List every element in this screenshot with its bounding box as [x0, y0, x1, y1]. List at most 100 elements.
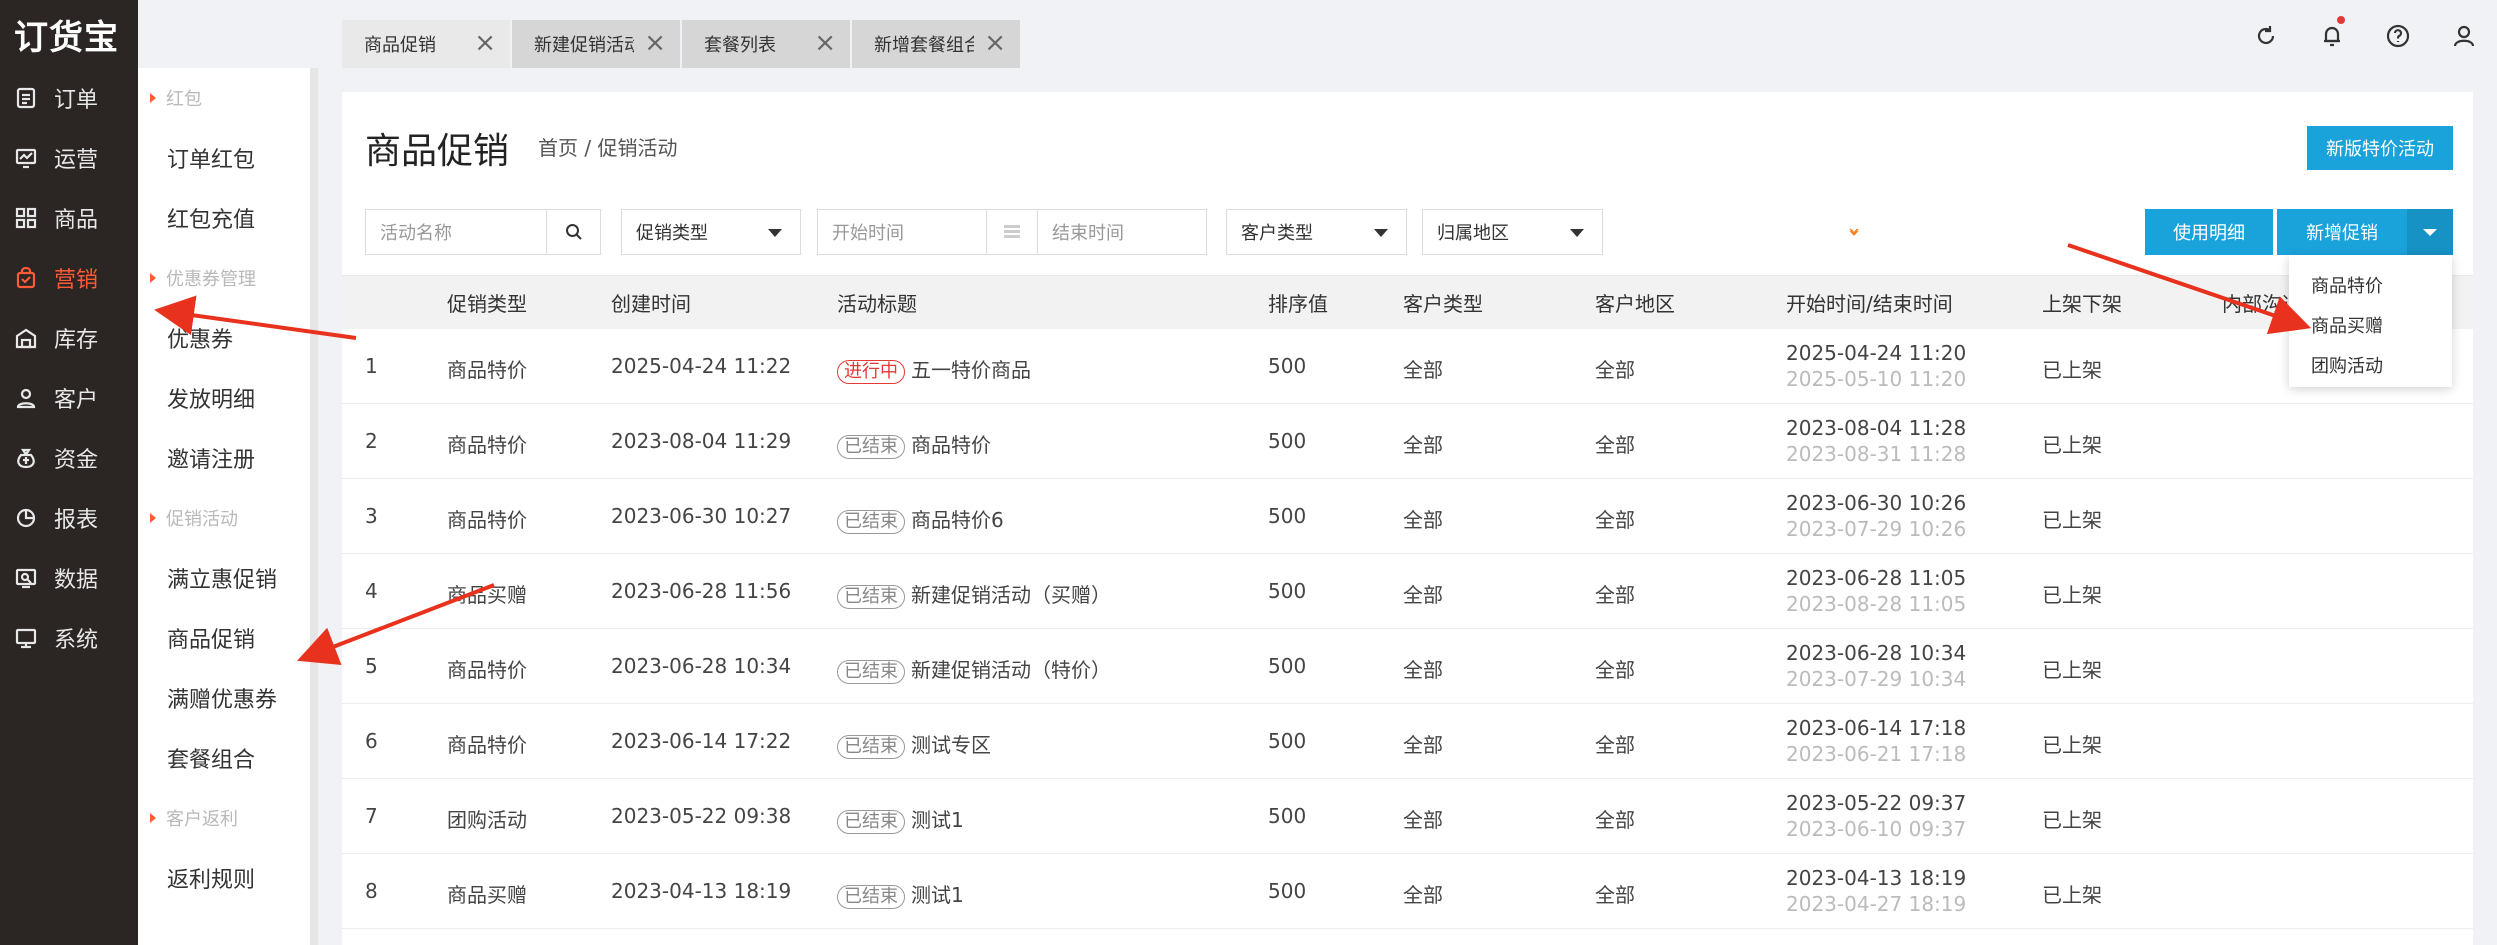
table-cell: 商品买赠 — [447, 583, 527, 607]
submenu-item[interactable]: 红包充值 — [138, 188, 310, 248]
help-icon[interactable] — [2365, 14, 2431, 58]
add-promotion-menu: 商品特价 商品买赠 团购活动 — [2289, 255, 2452, 387]
activity-title-cell[interactable]: 已结束 新建促销活动（买赠） — [837, 579, 1111, 609]
nav-item-report[interactable]: 报表 — [0, 488, 138, 548]
expand-filters-icon[interactable]: ›› — [1843, 227, 1867, 231]
table-cell: 2025-04-24 11:22 — [611, 354, 792, 378]
submenu-item[interactable]: 满赠优惠券 — [138, 668, 310, 728]
new-special-price-button[interactable]: 新版特价活动 — [2307, 126, 2453, 170]
table-row[interactable]: 7 团购活动 2023-05-22 09:38 已结束 测试1 500 全部 全部 2023-0… — [342, 779, 2473, 854]
tab-new-promotion[interactable]: 新建促销活动 × — [512, 20, 680, 68]
start-time-input[interactable]: 开始时间 — [817, 209, 987, 255]
table-cell: 全部 — [1595, 508, 1635, 532]
user-icon[interactable] — [2431, 14, 2497, 58]
breadcrumb[interactable]: 首页 / 促销活动 — [538, 132, 677, 161]
region-select[interactable]: 归属地区 — [1422, 209, 1603, 255]
nav-item-order[interactable]: 订单 — [0, 68, 138, 128]
table-row[interactable]: 8 商品买赠 2023-04-13 18:19 已结束 测试1 500 全部 全部 2023-0… — [342, 854, 2473, 929]
activity-title-cell[interactable]: 已结束 商品特价 — [837, 429, 991, 459]
activity-title-cell[interactable]: 已结束 测试专区 — [837, 729, 991, 759]
nav-item-data[interactable]: 数据 — [0, 548, 138, 608]
status-badge: 已结束 — [837, 510, 905, 534]
submenu-item-goods-promotion[interactable]: 商品促销 — [138, 608, 310, 668]
close-icon[interactable]: × — [644, 30, 666, 56]
header-actions — [2233, 14, 2497, 58]
table-cell: 已上架 — [2042, 508, 2102, 532]
search-icon[interactable] — [546, 210, 600, 254]
table-cell: 全部 — [1403, 733, 1443, 757]
submenu-item[interactable]: 邀请注册 — [138, 428, 310, 488]
table-cell: 全部 — [1595, 433, 1635, 457]
submenu-item[interactable]: 套餐组合 — [138, 728, 310, 788]
user-icon — [14, 386, 38, 410]
menu-item-group-buy[interactable]: 团购活动 — [2289, 345, 2452, 385]
table-cell: 全部 — [1595, 808, 1635, 832]
table-header: 促销类型 创建时间 活动标题 排序值 客户类型 客户地区 开始时间/结束时间 上… — [342, 275, 2473, 329]
table-cell: 2023-06-14 17:22 — [611, 729, 792, 753]
col-header: 排序值 — [1268, 292, 1328, 316]
table-row[interactable]: 3 商品特价 2023-06-30 10:27 已结束 商品特价6 500 全部 全部 2023… — [342, 479, 2473, 554]
tab-new-package[interactable]: 新增套餐组合 × — [852, 20, 1020, 68]
status-badge: 已结束 — [837, 885, 905, 909]
nav-item-system[interactable]: 系统 — [0, 608, 138, 668]
close-icon[interactable]: × — [474, 30, 496, 56]
refresh-icon[interactable] — [2233, 14, 2299, 58]
nav-label: 运营 — [54, 148, 99, 173]
nav-item-marketing[interactable]: 营销 — [0, 248, 138, 308]
activity-title-cell[interactable]: 已结束 测试1 — [837, 879, 964, 909]
table-row[interactable]: 6 商品特价 2023-06-14 17:22 已结束 测试专区 500 全部 全部 2023-… — [342, 704, 2473, 779]
submenu-item[interactable]: 返利规则 — [138, 848, 310, 908]
nav-item-stock[interactable]: 库存 — [0, 308, 138, 368]
close-icon[interactable]: × — [814, 30, 836, 56]
table-cell: 已上架 — [2042, 808, 2102, 832]
table-cell: 3 — [365, 504, 378, 528]
table-row[interactable]: 4 商品买赠 2023-06-28 11:56 已结束 新建促销活动（买赠） 500 全部 全… — [342, 554, 2473, 629]
customer-type-select[interactable]: 客户类型 — [1226, 209, 1407, 255]
bell-icon[interactable] — [2299, 14, 2365, 58]
nav-label: 报表 — [54, 508, 99, 533]
table-cell: 2023-06-21 17:18 — [1786, 742, 1967, 766]
promotion-type-select[interactable]: 促销类型 — [621, 209, 801, 255]
table-row[interactable]: 5 商品特价 2023-06-28 10:34 已结束 新建促销活动（特价） 500 全部 全… — [342, 629, 2473, 704]
menu-item-buy-gift[interactable]: 商品买赠 — [2289, 305, 2452, 345]
nav-label: 订单 — [54, 88, 99, 113]
tab-goods-promotion[interactable]: 商品促销 × — [342, 20, 510, 68]
table-row[interactable]: 2 商品特价 2023-08-04 11:29 已结束 商品特价 500 全部 全部 2023-… — [342, 404, 2473, 479]
promotion-table: 促销类型 创建时间 活动标题 排序值 客户类型 客户地区 开始时间/结束时间 上… — [342, 275, 2473, 929]
table-cell: 已上架 — [2042, 358, 2102, 382]
activity-title-cell[interactable]: 已结束 商品特价6 — [837, 504, 1004, 534]
table-row[interactable]: 1 商品特价 2025-04-24 11:22 进行中 五一特价商品 500 全部 全部 202… — [342, 329, 2473, 404]
activity-title: 商品特价6 — [911, 508, 1004, 532]
submenu-item[interactable]: 满立惠促销 — [138, 548, 310, 608]
activity-title-cell[interactable]: 已结束 新建促销活动（特价） — [837, 654, 1111, 684]
table-cell: 全部 — [1403, 433, 1443, 457]
submenu-item[interactable]: 优惠券 — [138, 308, 310, 368]
tab-package-list[interactable]: 套餐列表 × — [682, 20, 850, 68]
activity-title: 新建促销活动（买赠） — [911, 583, 1111, 607]
table-cell: 全部 — [1403, 883, 1443, 907]
nav-label: 系统 — [54, 628, 99, 653]
submenu-item[interactable]: 发放明细 — [138, 368, 310, 428]
table-cell: 全部 — [1595, 358, 1635, 382]
table-cell: 2023-07-29 10:34 — [1786, 667, 1967, 691]
nav-item-operation[interactable]: 运营 — [0, 128, 138, 188]
submenu-group-red-packet: 红包 — [138, 68, 310, 128]
submenu-item[interactable]: 订单红包 — [138, 128, 310, 188]
add-promotion-button[interactable]: 新增促销 — [2277, 209, 2407, 255]
table-cell: 全部 — [1403, 358, 1443, 382]
table-cell: 已上架 — [2042, 883, 2102, 907]
nav-item-goods[interactable]: 商品 — [0, 188, 138, 248]
nav-item-funds[interactable]: 资金 — [0, 428, 138, 488]
end-time-input[interactable]: 结束时间 — [1037, 209, 1207, 255]
menu-item-special-price[interactable]: 商品特价 — [2289, 265, 2452, 305]
usage-detail-button[interactable]: 使用明细 — [2145, 209, 2273, 255]
add-promotion-dropdown-toggle[interactable] — [2407, 209, 2453, 255]
table-cell: 全部 — [1403, 658, 1443, 682]
activity-title-cell[interactable]: 进行中 五一特价商品 — [837, 354, 1031, 384]
close-icon[interactable]: × — [984, 30, 1006, 56]
warehouse-icon — [14, 326, 38, 350]
activity-title-cell[interactable]: 已结束 测试1 — [837, 804, 964, 834]
nav-item-customer[interactable]: 客户 — [0, 368, 138, 428]
activity-name-input[interactable]: 活动名称 — [365, 209, 601, 255]
col-header: 创建时间 — [611, 292, 691, 316]
